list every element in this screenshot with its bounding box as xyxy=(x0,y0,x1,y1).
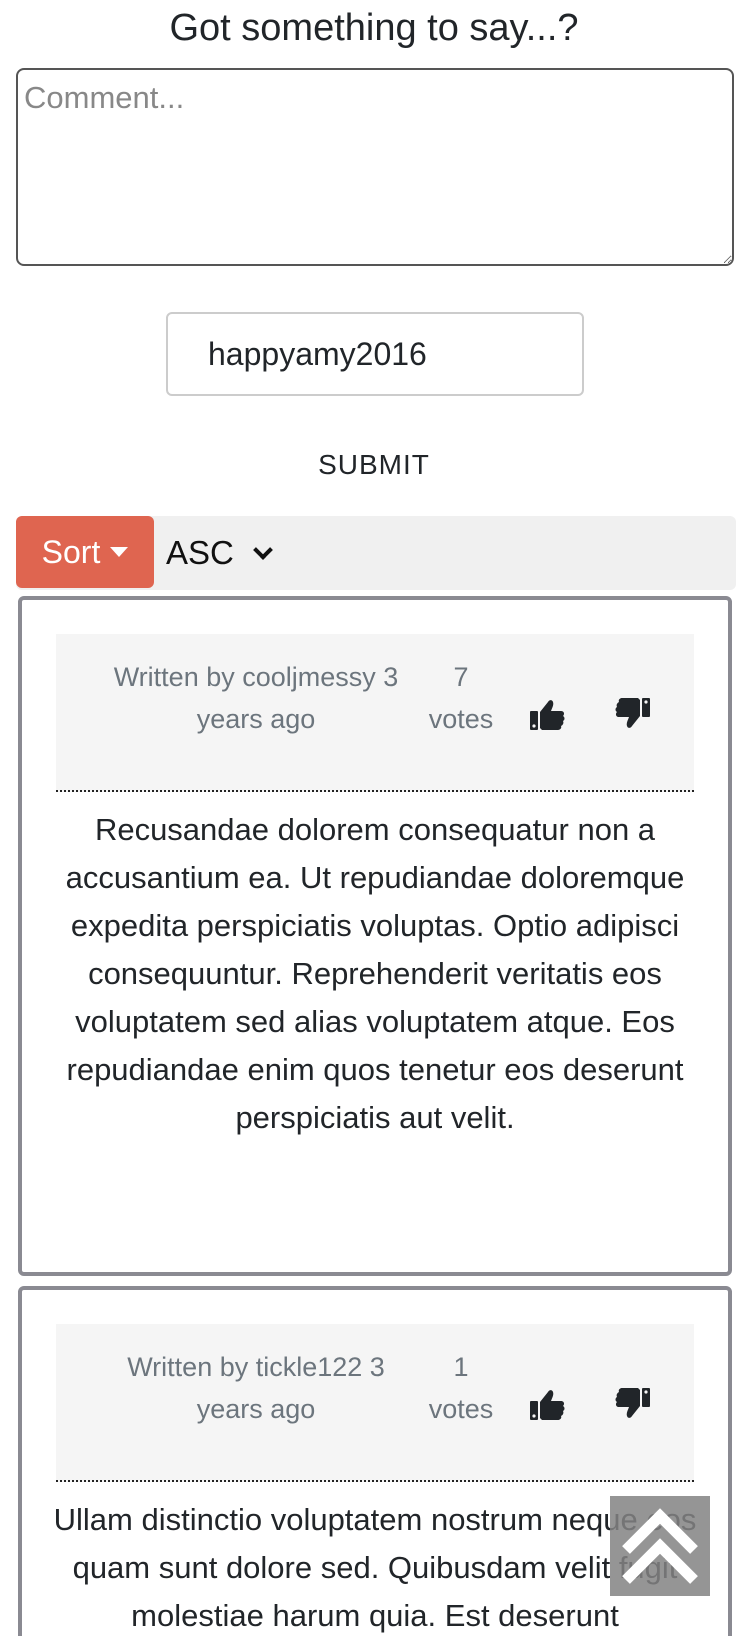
upvote-button[interactable] xyxy=(528,1382,572,1426)
sort-button-label: Sort xyxy=(41,533,101,570)
downvote-button[interactable] xyxy=(612,692,656,736)
submit-button[interactable]: SUBMIT xyxy=(274,440,474,490)
downvote-button[interactable] xyxy=(612,1382,656,1426)
comment-author: Written by tickle122 3 years ago xyxy=(127,1352,385,1424)
vote-count-number: 7 xyxy=(453,662,469,692)
scroll-to-top-button[interactable] xyxy=(610,1496,710,1596)
thumbs-up-icon xyxy=(530,700,565,730)
upvote-button[interactable] xyxy=(528,692,572,736)
sort-order-select[interactable]: ASC xyxy=(166,526,273,580)
thumbs-down-icon xyxy=(615,698,650,728)
chevron-down-icon xyxy=(252,540,273,560)
sort-dropdown-button[interactable]: Sort xyxy=(16,516,154,588)
comment-header: Written by tickle122 3 years ago 1 votes xyxy=(56,1324,694,1482)
comment-author: Written by cooljmessy 3 years ago xyxy=(113,662,399,734)
vote-count-label: votes xyxy=(428,1394,494,1424)
vote-count-number: 1 xyxy=(453,1352,469,1382)
comments-page: Got something to say...? SUBMIT Sort ASC… xyxy=(0,0,748,1636)
caret-down-icon xyxy=(110,547,129,557)
sort-order-value: ASC xyxy=(166,534,234,571)
double-chevron-up-icon xyxy=(622,1508,698,1584)
vote-count-label: votes xyxy=(428,704,494,734)
form-heading: Got something to say...? xyxy=(169,7,579,49)
thumbs-up-icon xyxy=(530,1390,565,1420)
comment-header: Written by cooljmessy 3 years ago 7 vote… xyxy=(56,634,694,792)
comment-body: Ullam distinctio voluptatem nostrum nequ… xyxy=(53,1502,697,1633)
comment-body: Recusandae dolorem consequatur non a acc… xyxy=(65,812,685,1135)
username-input[interactable] xyxy=(166,312,584,396)
comment-textarea[interactable] xyxy=(16,68,734,266)
vote-count: 7 votes xyxy=(416,656,506,740)
comment-card: Written by cooljmessy 3 years ago 7 vote… xyxy=(18,596,732,1276)
thumbs-down-icon xyxy=(615,1388,650,1418)
vote-count: 1 votes xyxy=(416,1346,506,1430)
sort-bar: Sort ASC xyxy=(16,516,736,590)
